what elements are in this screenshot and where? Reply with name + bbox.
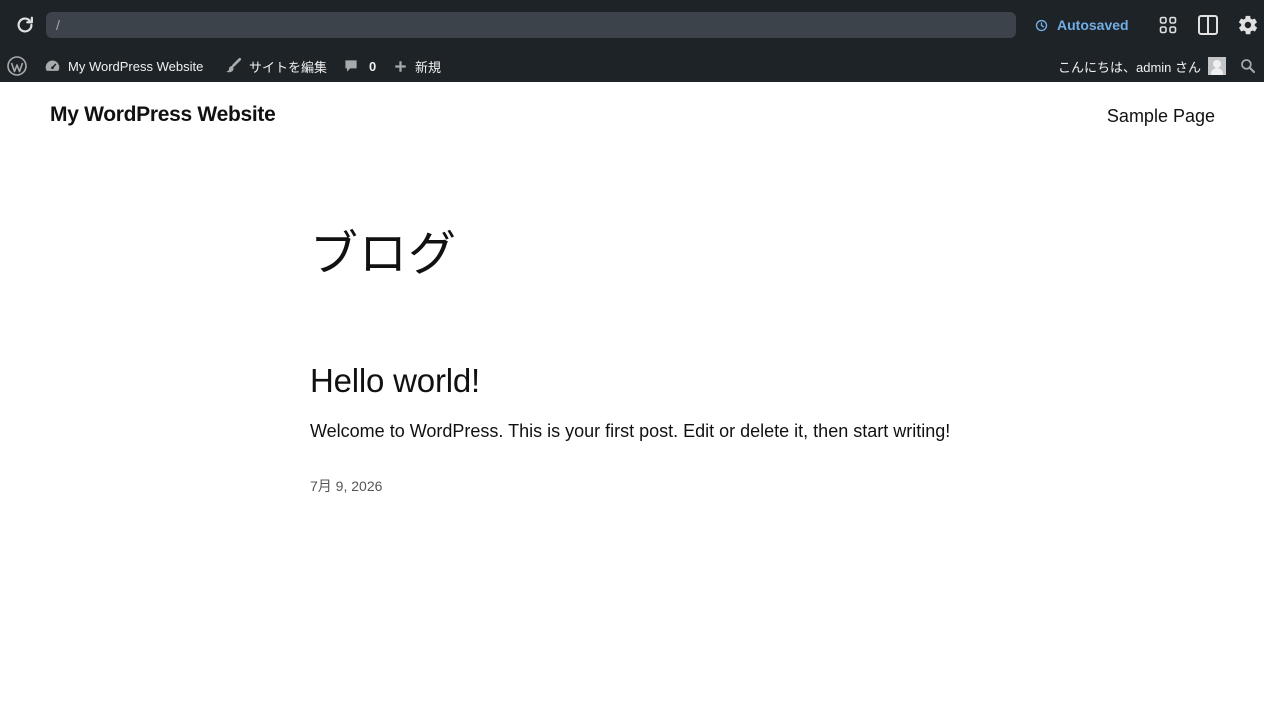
site-name-label: My WordPress Website: [68, 58, 204, 74]
wordpress-logo-icon: [7, 56, 27, 76]
comment-icon: [345, 60, 357, 72]
autosaved-label: Autosaved: [1057, 17, 1129, 33]
avatar: [1208, 57, 1227, 75]
page-title: ブログ: [310, 226, 458, 282]
wordpress-menu[interactable]: [7, 50, 27, 82]
search-icon: [1241, 59, 1256, 74]
history-icon: [1035, 19, 1048, 31]
site-name-link[interactable]: My WordPress Website: [44, 50, 203, 82]
comments-count: 0: [369, 58, 377, 74]
dashboard-icon: [45, 60, 60, 71]
block-grid-icon[interactable]: [1157, 14, 1179, 36]
new-content-label: 新規: [415, 59, 442, 75]
edit-site-label: サイトを編集: [249, 59, 328, 75]
account-menu[interactable]: こんにちは、admin さん: [1058, 50, 1227, 82]
post-date[interactable]: 7月 9, 2026: [310, 476, 382, 496]
site-title[interactable]: My WordPress Website: [50, 103, 276, 127]
split-view-icon[interactable]: [1197, 14, 1219, 36]
url-bar[interactable]: [46, 12, 1016, 38]
nav-item-sample-page[interactable]: Sample Page: [1107, 106, 1215, 127]
comments-link[interactable]: 0: [343, 50, 376, 82]
post-excerpt: Welcome to WordPress. This is your first…: [310, 421, 951, 441]
greeting-label: こんにちは、admin さん: [1058, 59, 1202, 75]
editor-toolbar: Autosaved: [0, 0, 1264, 50]
new-content-link[interactable]: 新規: [393, 50, 441, 82]
post-title[interactable]: Hello world!: [310, 362, 480, 400]
edit-site-link[interactable]: サイトを編集: [224, 50, 327, 82]
reload-icon[interactable]: [14, 14, 36, 36]
admin-search[interactable]: [1240, 50, 1256, 82]
plus-icon: [395, 60, 406, 72]
admin-bar: My WordPress Website サイトを編集 0 新規 こんにちは、a…: [0, 50, 1264, 82]
brush-icon: [226, 57, 242, 73]
url-input[interactable]: [46, 12, 1016, 38]
gear-icon[interactable]: [1237, 14, 1259, 36]
autosaved-button[interactable]: Autosaved: [1034, 15, 1129, 35]
